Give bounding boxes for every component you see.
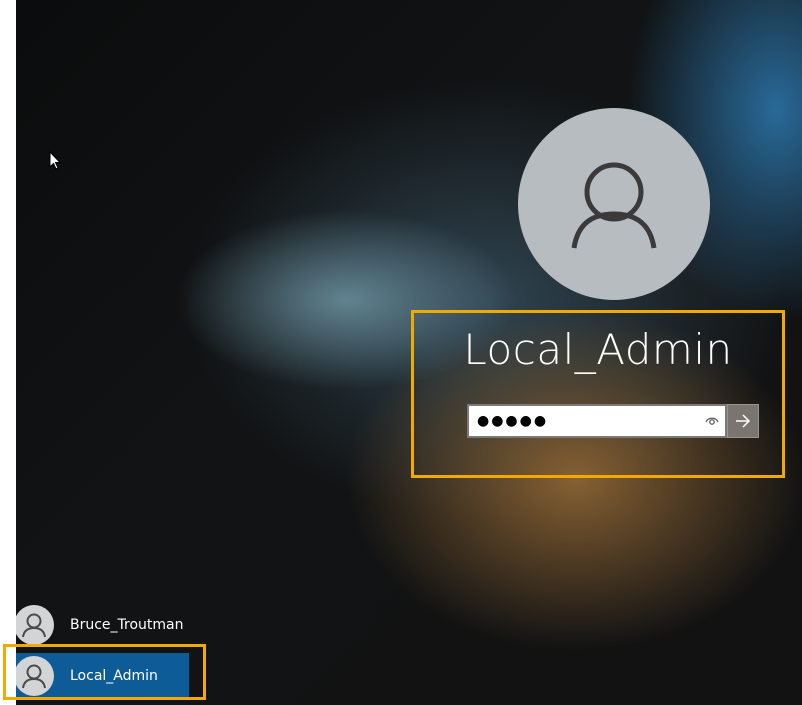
login-highlight-box: Local_Admin bbox=[411, 310, 785, 478]
password-input[interactable] bbox=[477, 410, 697, 432]
eye-icon[interactable] bbox=[705, 415, 719, 427]
user-icon bbox=[22, 613, 46, 638]
user-switcher-name: Bruce_Troutman bbox=[70, 617, 184, 633]
user-icon bbox=[571, 162, 657, 249]
mouse-cursor-icon bbox=[49, 151, 61, 170]
arrow-right-icon bbox=[736, 414, 751, 428]
password-field[interactable] bbox=[467, 404, 727, 438]
submit-button[interactable] bbox=[727, 404, 759, 438]
lock-screen: Local_Admin Bruce_Troutman bbox=[16, 0, 802, 705]
selected-user-highlight-box bbox=[3, 644, 206, 700]
user-avatar-large bbox=[518, 108, 710, 300]
username-label: Local_Admin bbox=[463, 325, 733, 374]
password-row bbox=[467, 404, 763, 438]
user-switcher-item[interactable]: Bruce_Troutman bbox=[16, 605, 184, 645]
avatar bbox=[16, 605, 54, 645]
